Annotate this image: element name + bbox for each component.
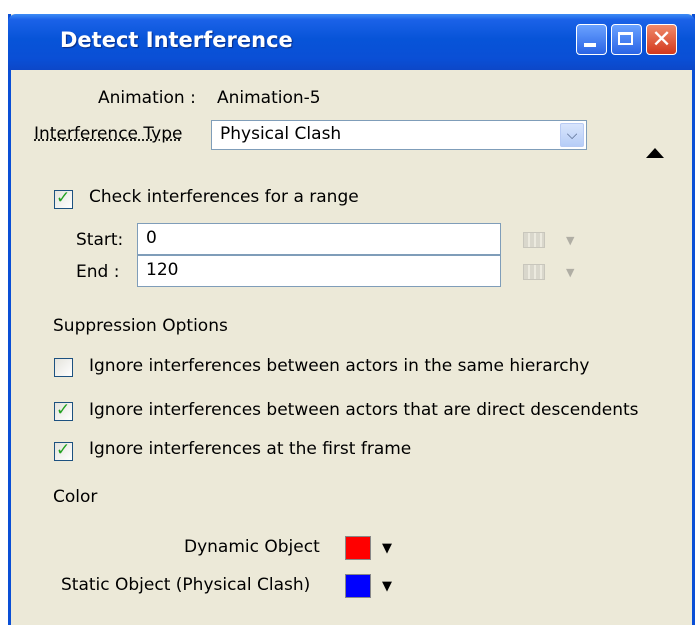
suppression-option-label[interactable]: Ignore interferences between actors in t… (89, 356, 590, 376)
dynamic-object-color-swatch[interactable] (345, 536, 371, 560)
suppression-option-label[interactable]: Ignore interferences between actors that… (89, 400, 639, 420)
minimize-icon (584, 43, 596, 47)
end-picker-dropdown-icon[interactable]: ▼ (566, 266, 574, 279)
dynamic-color-dropdown-icon[interactable]: ▼ (382, 541, 392, 556)
suppression-option-checkbox[interactable] (54, 358, 73, 377)
end-input[interactable]: 120 (137, 255, 501, 287)
suppression-option-label[interactable]: Ignore interferences at the first frame (89, 439, 411, 459)
suppression-option-checkbox[interactable] (54, 400, 73, 421)
static-object-color-swatch[interactable] (345, 574, 371, 598)
start-picker-dropdown-icon[interactable]: ▼ (566, 234, 574, 247)
start-input[interactable]: 0 (137, 223, 501, 255)
suppression-option-checkbox[interactable] (54, 440, 73, 461)
interference-type-select[interactable]: Physical Clash ⌵ (211, 120, 587, 150)
close-button[interactable]: ✕ (646, 24, 677, 55)
start-label: Start: (76, 230, 124, 250)
range-checkbox[interactable] (54, 188, 73, 209)
title-bar[interactable]: Detect Interference ✕ (8, 14, 695, 70)
static-color-dropdown-icon[interactable]: ▼ (382, 579, 392, 594)
dynamic-object-label: Dynamic Object (184, 537, 320, 557)
collapse-arrow-icon[interactable] (646, 148, 664, 158)
range-checkbox-label[interactable]: Check interferences for a range (89, 187, 359, 207)
interference-type-value: Physical Clash (220, 124, 342, 144)
end-label: End : (76, 262, 120, 282)
start-frame-picker-icon[interactable] (523, 232, 545, 248)
static-object-label: Static Object (Physical Clash) (61, 575, 311, 595)
maximize-icon (618, 32, 633, 45)
animation-value: Animation-5 (217, 88, 321, 108)
suppression-heading: Suppression Options (53, 316, 228, 336)
animation-label: Animation : (98, 88, 196, 108)
color-heading: Color (53, 487, 98, 507)
minimize-button[interactable] (576, 24, 607, 55)
interference-type-label: Interference Type (34, 124, 183, 144)
close-icon: ✕ (651, 25, 672, 53)
maximize-button[interactable] (611, 24, 642, 55)
window-title: Detect Interference (60, 28, 293, 52)
chevron-down-icon[interactable]: ⌵ (560, 123, 584, 147)
end-frame-picker-icon[interactable] (523, 264, 545, 280)
